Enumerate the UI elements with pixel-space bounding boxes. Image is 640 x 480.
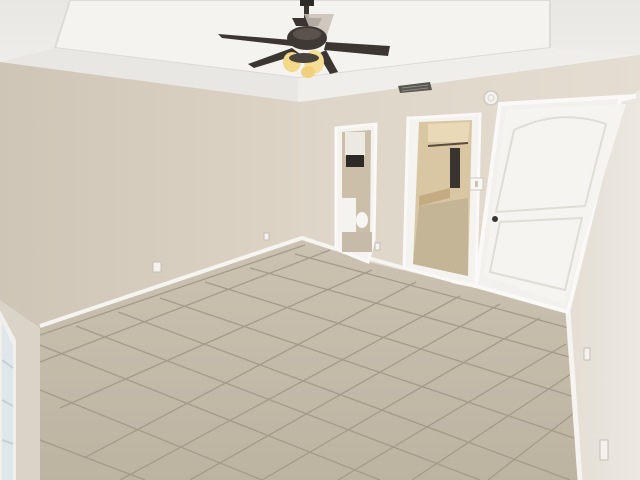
window	[0, 310, 16, 480]
room-illustration	[0, 0, 640, 480]
smoke-detector	[483, 90, 499, 106]
closet-doorway[interactable]	[402, 112, 482, 288]
fan-light-bulb	[301, 66, 315, 78]
outlet	[152, 261, 162, 273]
outlet	[374, 242, 381, 251]
room-photo	[0, 0, 640, 480]
bathroom-doorway[interactable]	[334, 122, 378, 265]
outlet	[263, 232, 270, 241]
outlet	[583, 347, 591, 361]
door-knob[interactable]	[492, 216, 498, 222]
outlet	[599, 439, 609, 461]
